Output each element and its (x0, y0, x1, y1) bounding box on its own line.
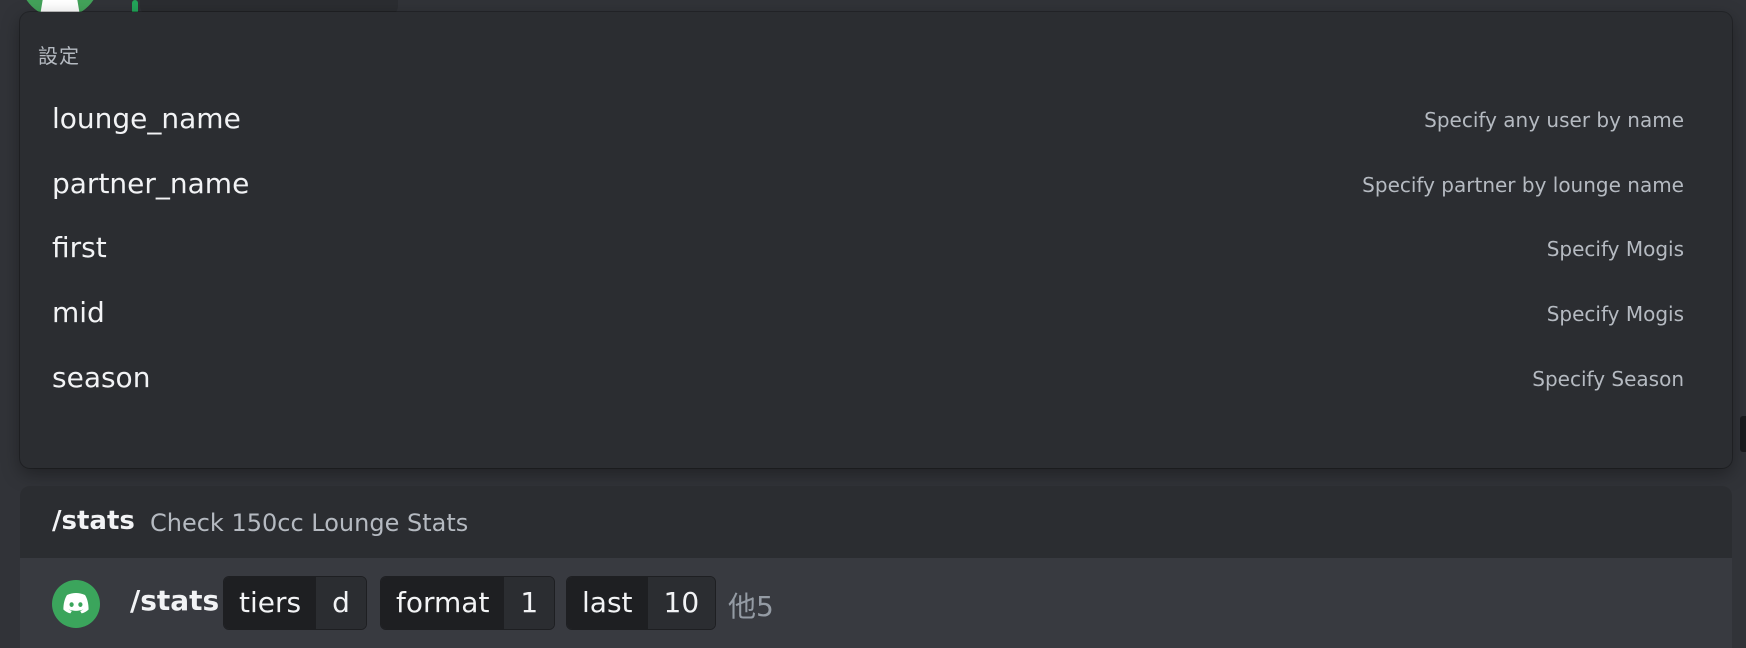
param-chip-format[interactable]: format 1 (380, 576, 556, 630)
option-name: lounge_name (52, 102, 241, 135)
param-value: 1 (504, 577, 555, 629)
discord-logo-icon (63, 593, 89, 614)
command-options-popup: 設定 lounge_name Specify any user by name … (20, 12, 1732, 468)
param-chip-last[interactable]: last 10 (566, 576, 717, 630)
option-lounge-name[interactable]: lounge_name Specify any user by name (20, 86, 1732, 150)
param-value: 10 (647, 577, 716, 629)
param-key: format (381, 577, 505, 629)
param-value: d (316, 577, 366, 629)
option-first[interactable]: first Specify Mogis (20, 215, 1732, 279)
param-chip-tiers[interactable]: tiers d (223, 576, 367, 630)
option-name: mid (52, 296, 105, 329)
option-season[interactable]: season Specify Season (20, 345, 1732, 409)
option-name: partner_name (52, 167, 250, 200)
option-description: Specify Mogis (1546, 302, 1684, 326)
scrollbar-thumb[interactable] (1740, 416, 1746, 452)
command-name: /stats (52, 506, 135, 536)
option-mid[interactable]: mid Specify Mogis (20, 280, 1732, 344)
command-header: /stats Check 150cc Lounge Stats (20, 486, 1732, 558)
option-description: Specify Mogis (1546, 237, 1684, 261)
option-name: season (52, 361, 151, 394)
more-params-count[interactable]: 他5 (728, 585, 774, 625)
message-input-bar[interactable]: /stats tiers d format 1 last 10 他5 (20, 558, 1732, 648)
option-name: first (52, 231, 107, 264)
option-description: Specify Season (1532, 367, 1684, 391)
popup-title: 設定 (38, 44, 80, 68)
slash-command-text: /stats (130, 584, 220, 617)
bot-avatar (52, 580, 100, 628)
command-description: Check 150cc Lounge Stats (150, 509, 469, 537)
option-description: Specify any user by name (1424, 108, 1684, 132)
option-partner-name[interactable]: partner_name Specify partner by lounge n… (20, 151, 1732, 215)
discord-chat-window: 設定 lounge_name Specify any user by name … (0, 0, 1746, 648)
option-description: Specify partner by lounge name (1362, 173, 1684, 197)
param-key: last (567, 577, 648, 629)
param-key: tiers (224, 577, 317, 629)
